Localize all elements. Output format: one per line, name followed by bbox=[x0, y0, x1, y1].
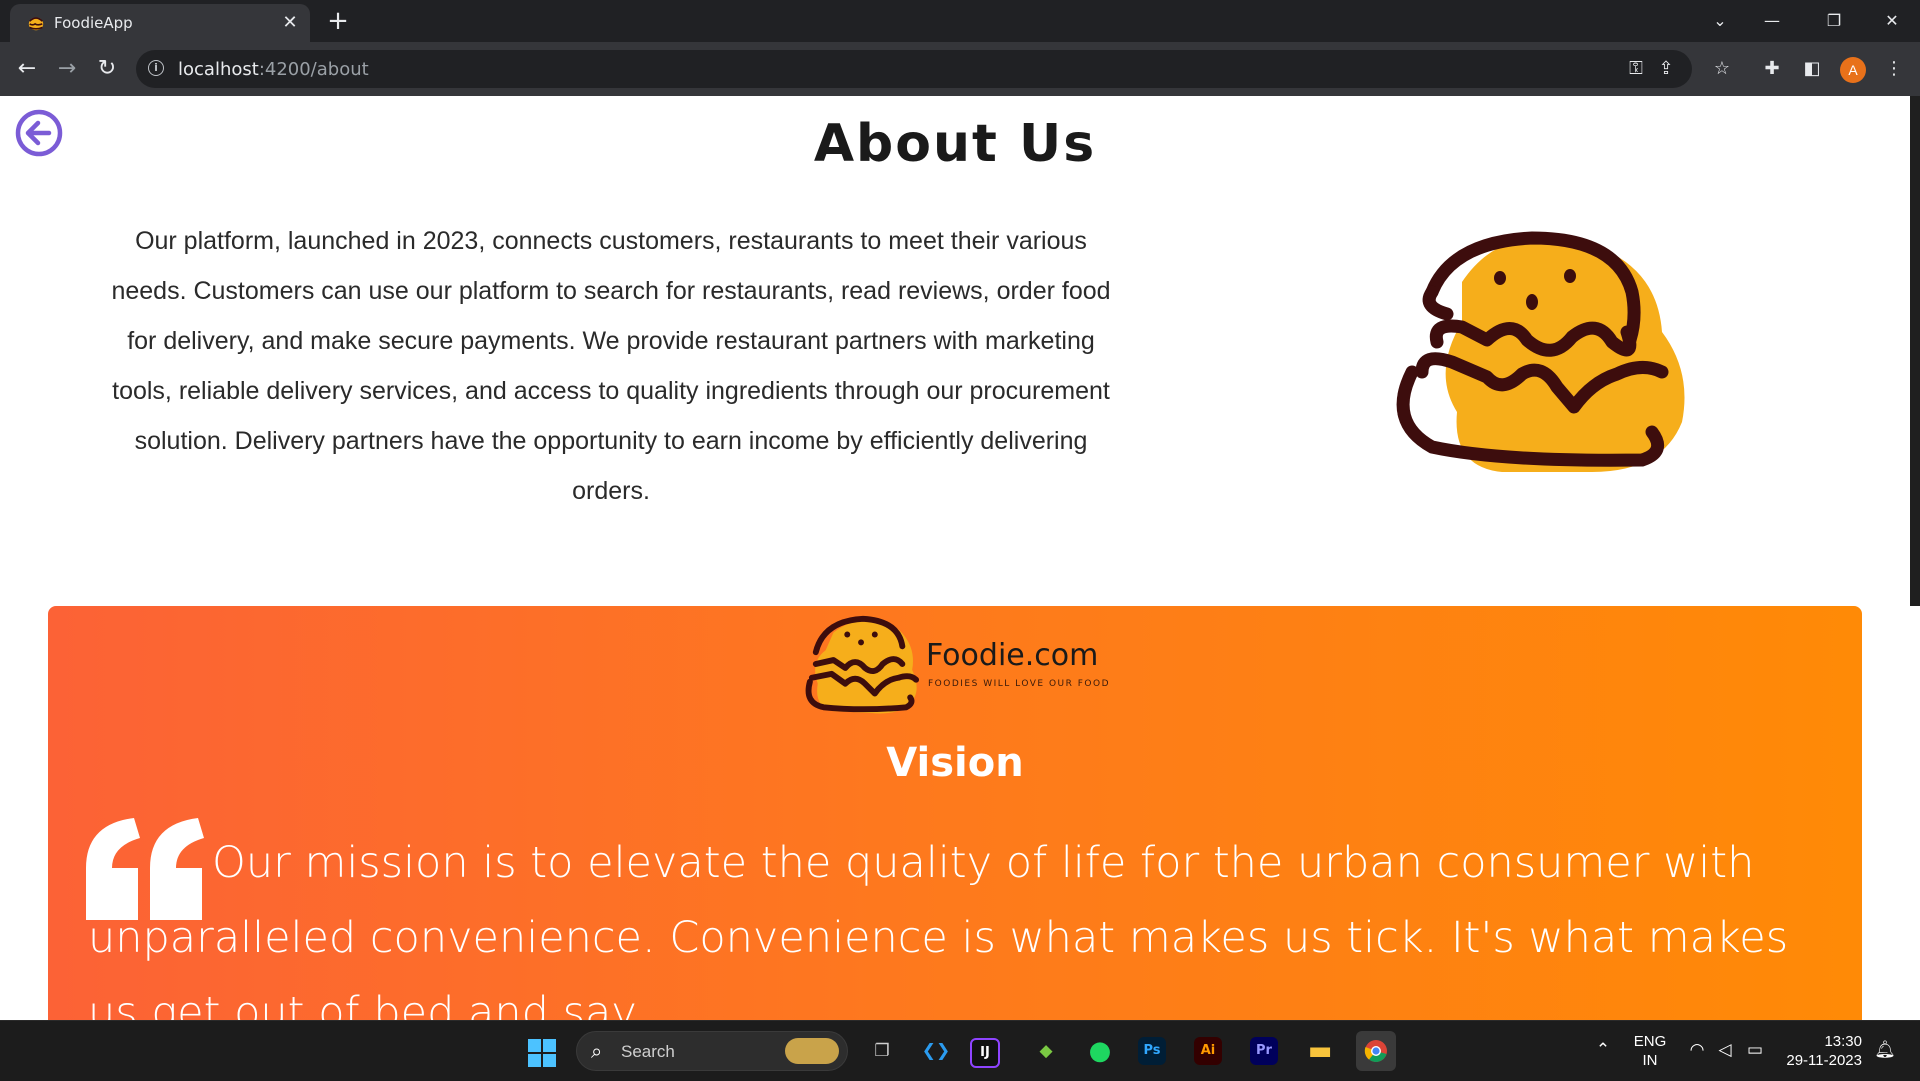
search-icon: ⌕ bbox=[591, 1039, 603, 1063]
close-window-button[interactable]: ✕ bbox=[1872, 6, 1912, 36]
page-title: About Us bbox=[813, 114, 1097, 174]
windows-taskbar: ⌕ Search ❐ ❮❯ IJ ◆ ● Ps Ai Pr ▬ ⌃ ENG IN… bbox=[0, 1020, 1920, 1081]
photoshop-icon[interactable]: Ps bbox=[1138, 1037, 1166, 1065]
volume-icon[interactable]: ◁ bbox=[1714, 1039, 1736, 1061]
logo-name: Foodie.com bbox=[926, 638, 1099, 673]
foodie-logo: Foodie.com FOODIES WILL LOVE OUR FOOD bbox=[804, 612, 1164, 722]
mission-text: Our mission is to elevate the quality of… bbox=[88, 838, 1789, 1020]
tab-close-button[interactable]: ✕ bbox=[278, 11, 302, 35]
search-highlight-icon bbox=[785, 1038, 839, 1064]
restore-button[interactable]: ❐ bbox=[1814, 6, 1854, 36]
burger-illustration-icon bbox=[1396, 231, 1685, 472]
share-icon[interactable]: ⇪ bbox=[1654, 57, 1678, 81]
region-code: IN bbox=[1642, 1052, 1658, 1069]
search-label: Search bbox=[621, 1042, 675, 1061]
menu-kebab-icon[interactable]: ⋮ bbox=[1880, 55, 1908, 83]
foodie-logo-burger-icon bbox=[805, 615, 920, 714]
logo-tagline: FOODIES WILL LOVE OUR FOOD bbox=[928, 679, 1111, 689]
illustrator-icon[interactable]: Ai bbox=[1194, 1037, 1222, 1065]
key-icon[interactable]: ⚿ bbox=[1624, 57, 1648, 81]
back-nav-icon[interactable]: ← bbox=[12, 54, 42, 84]
profile-avatar[interactable]: A bbox=[1840, 57, 1866, 83]
minimize-button[interactable]: — bbox=[1752, 6, 1792, 36]
notification-bell-icon[interactable]: 🔔︎ bbox=[1874, 1039, 1896, 1061]
browser-toolbar: ← → ↻ i localhost:4200/about ⚿ ⇪ ☆ ✚ ◧ A… bbox=[0, 42, 1920, 96]
battery-icon[interactable]: ▭ bbox=[1744, 1039, 1766, 1061]
forward-nav-icon[interactable]: → bbox=[52, 54, 82, 84]
new-tab-button[interactable]: + bbox=[322, 5, 354, 37]
browser-tab-bar: FoodieApp ✕ + ⌄ — ❐ ✕ bbox=[0, 0, 1920, 42]
browser-tab[interactable]: FoodieApp ✕ bbox=[10, 4, 310, 42]
clock-time: 13:30 bbox=[1824, 1033, 1862, 1050]
spotify-icon[interactable]: ● bbox=[1080, 1031, 1120, 1071]
file-explorer-icon[interactable]: ▬ bbox=[1300, 1031, 1340, 1071]
about-paragraph: Our platform, launched in 2023, connects… bbox=[111, 227, 1111, 505]
side-panel-icon[interactable]: ◧ bbox=[1798, 55, 1826, 83]
clock-date: 29-11-2023 bbox=[1786, 1052, 1862, 1069]
task-view-icon[interactable]: ❐ bbox=[862, 1031, 902, 1071]
bookmark-star-icon[interactable]: ☆ bbox=[1708, 55, 1736, 83]
tab-search-chevron-icon[interactable]: ⌄ bbox=[1700, 6, 1740, 36]
reload-icon[interactable]: ↻ bbox=[92, 54, 122, 84]
premiere-pro-icon[interactable]: Pr bbox=[1250, 1037, 1278, 1065]
chrome-icon[interactable] bbox=[1356, 1031, 1396, 1071]
chrome-logo-icon bbox=[1364, 1040, 1387, 1062]
vs-code-icon[interactable]: ❮❯ bbox=[916, 1031, 956, 1071]
intellij-icon[interactable]: IJ bbox=[970, 1038, 1000, 1068]
wifi-icon[interactable]: ◠ bbox=[1686, 1039, 1708, 1061]
address-bar[interactable]: i localhost:4200/about ⚿ ⇪ bbox=[136, 50, 1692, 88]
language-indicator[interactable]: ENG IN bbox=[1632, 1032, 1668, 1070]
windows-start-icon[interactable] bbox=[528, 1039, 556, 1067]
url-text[interactable]: localhost:4200/about bbox=[178, 59, 369, 80]
extensions-puzzle-icon[interactable]: ✚ bbox=[1758, 55, 1786, 83]
language-code: ENG bbox=[1633, 1033, 1667, 1050]
site-info-icon[interactable]: i bbox=[148, 60, 164, 76]
burger-favicon-icon bbox=[28, 17, 44, 31]
clock[interactable]: 13:30 29-11-2023 bbox=[1782, 1032, 1862, 1070]
page-content: About Us Our platform, launched in 2023,… bbox=[0, 96, 1920, 1020]
scrollbar-thumb[interactable] bbox=[1910, 96, 1920, 606]
vision-section: Foodie.com FOODIES WILL LOVE OUR FOOD Vi… bbox=[48, 606, 1862, 1020]
bluestacks-icon[interactable]: ◆ bbox=[1026, 1031, 1066, 1071]
taskbar-search[interactable]: ⌕ Search bbox=[576, 1031, 848, 1071]
tray-chevron-up-icon[interactable]: ⌃ bbox=[1592, 1039, 1614, 1061]
url-path: :4200/about bbox=[258, 59, 369, 80]
tab-title: FoodieApp bbox=[54, 14, 133, 32]
vision-heading: Vision bbox=[886, 740, 1024, 786]
url-host: localhost bbox=[178, 59, 259, 80]
